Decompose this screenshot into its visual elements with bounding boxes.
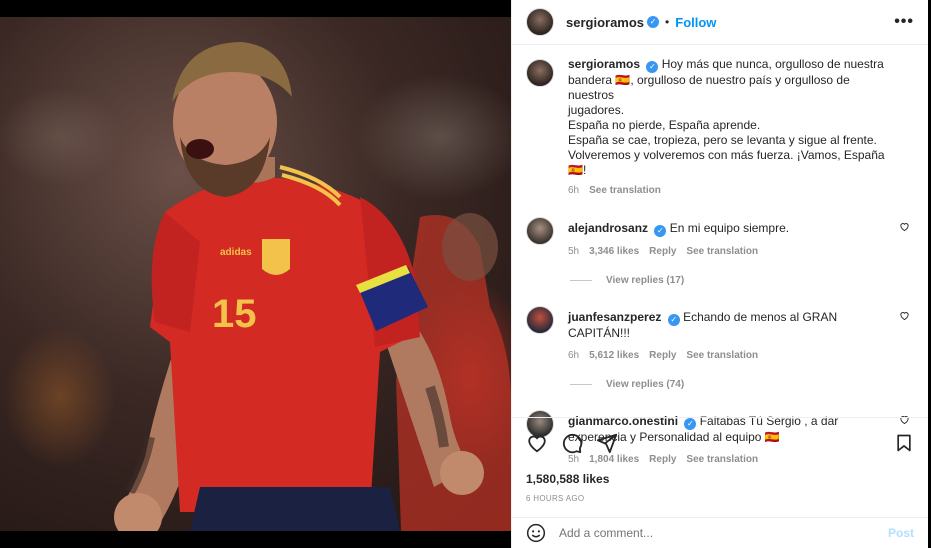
reply-button[interactable]: Reply xyxy=(649,348,676,363)
caption-line: Volveremos y volveremos con más fuerza. … xyxy=(568,148,885,177)
replies-divider xyxy=(570,280,592,281)
caption-line: bandera 🇪🇸, orgulloso de nuestro país y … xyxy=(568,73,850,102)
comments-section[interactable]: sergioramos ✓ Hoy más que nunca, orgullo… xyxy=(512,45,928,465)
verified-icon: ✓ xyxy=(667,314,680,326)
comment-avatar[interactable] xyxy=(526,217,554,245)
comment: juanfesanzperez ✓ Echando de menos al GR… xyxy=(526,304,914,363)
verified-icon: ✓ xyxy=(647,16,660,28)
comment-icon[interactable] xyxy=(561,432,583,454)
caption: sergioramos ✓ Hoy más que nunca, orgullo… xyxy=(526,57,914,198)
reply-button[interactable]: Reply xyxy=(649,244,676,259)
comment-likes[interactable]: 5,612 likes xyxy=(589,348,639,363)
caption-time: 6h xyxy=(568,185,580,196)
comment: alejandrosanz ✓ En mi equipo siempre. 5h… xyxy=(526,215,914,259)
see-translation-link[interactable]: See translation xyxy=(686,244,758,259)
comment-username[interactable]: juanfesanzperez xyxy=(568,310,661,324)
more-options-icon[interactable]: ••• xyxy=(894,13,914,31)
caption-avatar[interactable] xyxy=(526,59,554,87)
follow-button[interactable]: Follow xyxy=(675,15,716,30)
comment-likes[interactable]: 3,346 likes xyxy=(589,244,639,259)
comment-avatar[interactable] xyxy=(526,306,554,334)
verified-icon: ✓ xyxy=(646,61,659,73)
like-comment-heart-icon[interactable] xyxy=(899,221,910,232)
comment-time: 5h xyxy=(568,246,580,257)
like-heart-icon[interactable] xyxy=(526,432,548,454)
player-photo-illustration: 15 adidas xyxy=(114,42,511,531)
caption-username[interactable]: sergioramos xyxy=(568,57,640,71)
post-comment-button[interactable]: Post xyxy=(888,526,914,540)
jersey-number: 15 xyxy=(212,292,257,336)
post-panel: sergioramos ✓ • Follow ••• sergioramos ✓… xyxy=(511,0,928,548)
caption-line: España se cae, tropieza, pero se levanta… xyxy=(568,133,877,147)
view-replies-label: View replies (17) xyxy=(606,275,685,286)
see-translation-link[interactable]: See translation xyxy=(686,348,758,363)
bookmark-icon[interactable] xyxy=(894,432,914,454)
author-avatar[interactable] xyxy=(526,8,554,36)
separator-dot: • xyxy=(665,15,670,29)
comment-time: 6h xyxy=(568,350,580,361)
caption-line: jugadores. xyxy=(568,103,625,117)
emoji-icon[interactable] xyxy=(526,523,546,543)
post-actions: 1,580,588 likes 6 HOURS AGO xyxy=(512,417,928,507)
comment-input[interactable] xyxy=(559,526,888,540)
view-replies-button[interactable]: View replies (74) xyxy=(570,379,914,390)
see-translation-link[interactable]: See translation xyxy=(589,183,661,198)
add-comment-bar: Post xyxy=(512,517,928,548)
caption-line: España no pierde, España aprende. xyxy=(568,118,761,132)
like-comment-heart-icon[interactable] xyxy=(899,310,910,321)
view-replies-button[interactable]: View replies (17) xyxy=(570,275,914,286)
post-photo[interactable]: 15 adidas xyxy=(0,17,511,531)
comment-username[interactable]: alejandrosanz xyxy=(568,221,648,235)
likes-count[interactable]: 1,580,588 likes xyxy=(526,472,914,486)
view-replies-label: View replies (74) xyxy=(606,379,685,390)
replies-divider xyxy=(570,384,592,385)
post-timestamp: 6 HOURS AGO xyxy=(526,494,585,503)
caption-line: Hoy más que nunca, orgulloso de nuestra xyxy=(661,57,884,71)
verified-icon: ✓ xyxy=(654,225,667,237)
author-username[interactable]: sergioramos xyxy=(566,15,644,30)
jersey-brand: adidas xyxy=(220,247,252,258)
post-header: sergioramos ✓ • Follow ••• xyxy=(512,0,928,45)
comment-text: En mi equipo siempre. xyxy=(669,221,790,235)
share-icon[interactable] xyxy=(596,432,618,454)
